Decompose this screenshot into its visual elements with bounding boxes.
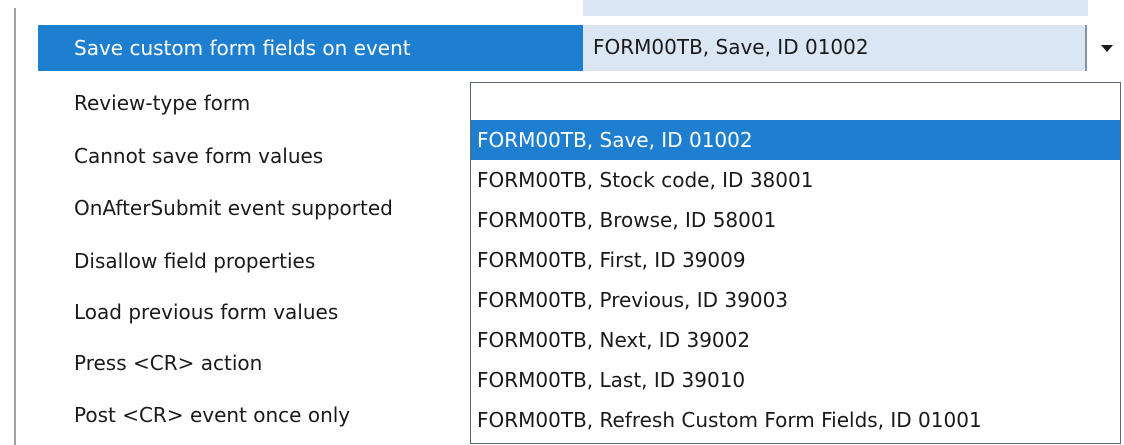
previous-value-cell	[583, 0, 1088, 16]
dropdown-option[interactable]: FORM00TB, Last, ID 39010	[471, 360, 1120, 400]
dropdown-option[interactable]: FORM00TB, Next, ID 39002	[471, 320, 1120, 360]
dropdown-option[interactable]: FORM00TB, Stock code, ID 38001	[471, 160, 1120, 200]
chevron-down-icon	[1101, 45, 1113, 52]
dropdown-option[interactable]: FORM00TB, Browse, ID 58001	[471, 200, 1120, 240]
grid-left-border	[14, 8, 16, 445]
dropdown-option[interactable]: FORM00TB, Refresh Custom Form Fields, ID…	[471, 400, 1120, 440]
dropdown-option[interactable]: FORM00TB, Save, ID 01002	[471, 120, 1120, 160]
dropdown-button[interactable]	[1089, 25, 1124, 71]
dropdown-empty-option[interactable]	[471, 83, 1120, 120]
event-value-field[interactable]: FORM00TB, Save, ID 01002	[583, 25, 1087, 71]
event-dropdown-list[interactable]: FORM00TB, Save, ID 01002 FORM00TB, Stock…	[470, 82, 1121, 444]
dropdown-option[interactable]: FORM00TB, Previous, ID 39003	[471, 280, 1120, 320]
dropdown-option[interactable]: FORM00TB, First, ID 39009	[471, 240, 1120, 280]
property-save-custom-form-fields[interactable]: Save custom form fields on event	[38, 25, 583, 71]
top-strip	[0, 0, 1124, 16]
